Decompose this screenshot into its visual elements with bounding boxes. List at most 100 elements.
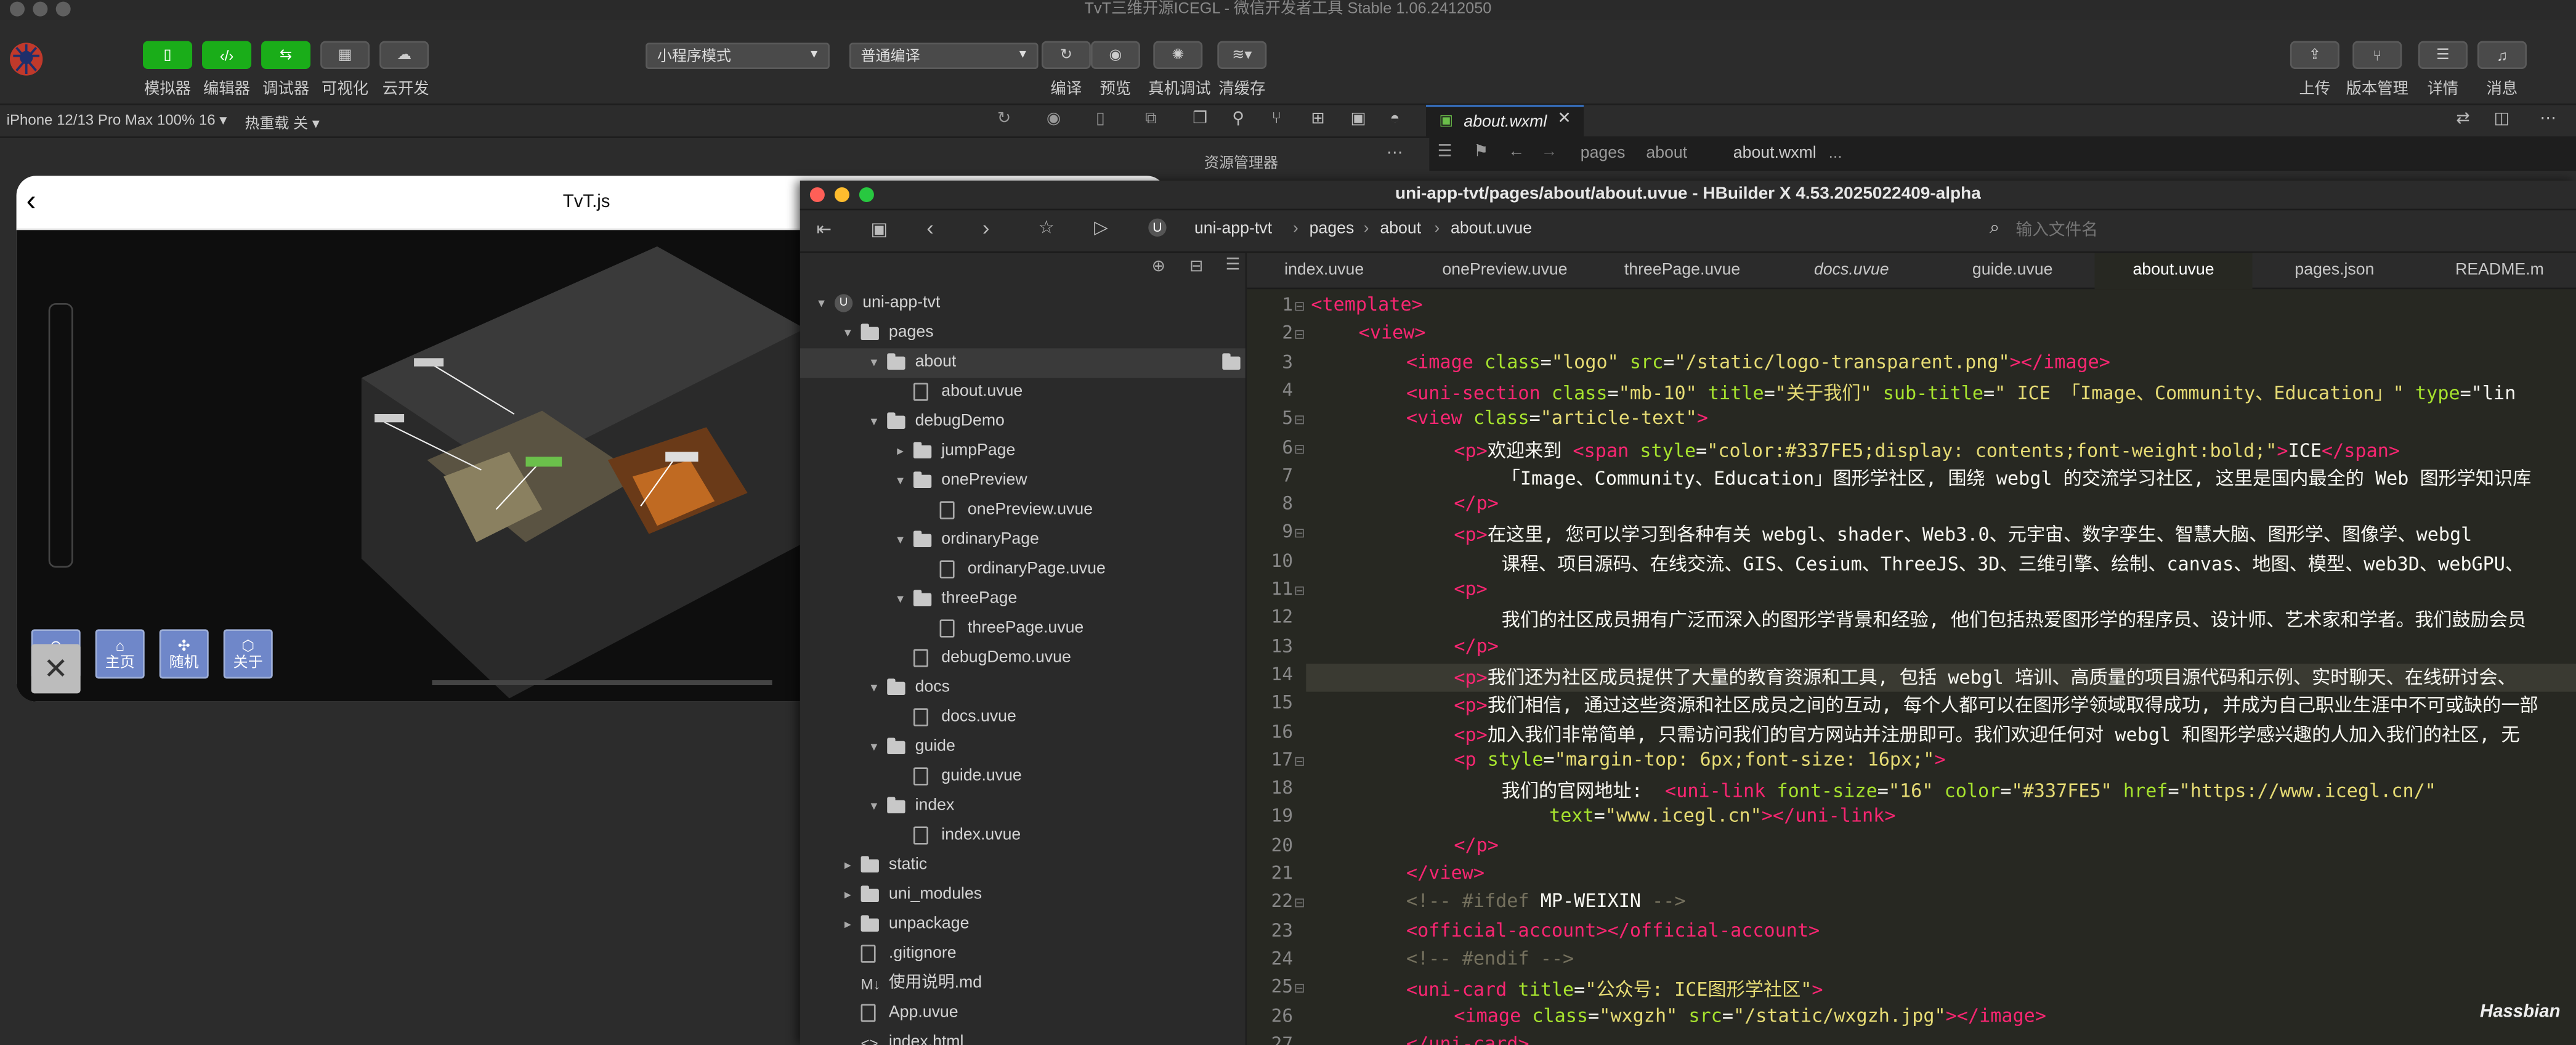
chevron-down-icon[interactable]: ▾ xyxy=(892,526,909,555)
crumb-about[interactable]: about xyxy=(1646,145,1687,163)
save-icon[interactable]: ▣ xyxy=(871,219,888,240)
more-icon[interactable]: ⋯ xyxy=(2540,110,2556,128)
fold-toggle-icon[interactable]: ⊟ xyxy=(1293,441,1306,456)
extensions-icon[interactable]: ⊞ xyxy=(1311,110,1324,128)
editor-button[interactable]: ‹/› xyxy=(202,41,252,70)
phone-icon[interactable]: ▯ xyxy=(1096,110,1105,128)
chevron-right-icon[interactable]: ▸ xyxy=(840,851,856,880)
editor-tab[interactable]: onePreview.uvue xyxy=(1418,253,1592,290)
fold-toggle-icon[interactable]: ⊟ xyxy=(1293,583,1306,598)
stop-icon[interactable]: ◉ xyxy=(1047,110,1061,128)
avatar[interactable] xyxy=(7,39,46,79)
preview-button[interactable]: ◉ xyxy=(1090,41,1140,70)
editor-tab[interactable]: README.m xyxy=(2423,253,2576,290)
window-icon[interactable]: ⧉ xyxy=(1145,110,1157,128)
chevron-down-icon[interactable]: ▾ xyxy=(840,319,856,348)
fold-toggle-icon[interactable]: ⊟ xyxy=(1293,327,1306,342)
editor-tab[interactable]: pages.json xyxy=(2256,253,2413,290)
real-debug-button[interactable]: ✺ xyxy=(1153,41,1203,70)
tree-item[interactable]: ▾ about xyxy=(800,348,1245,378)
tree-item[interactable]: ▾ threePage xyxy=(800,585,1245,614)
refresh-icon[interactable]: ↻ xyxy=(997,110,1011,128)
close-button[interactable]: ✕ xyxy=(31,644,81,694)
compare-icon[interactable]: ⇄ xyxy=(2456,110,2469,128)
tree-item[interactable]: index.uvue xyxy=(800,821,1245,851)
fold-toggle-icon[interactable]: ⊟ xyxy=(1293,299,1306,314)
chevron-down-icon[interactable]: ▾ xyxy=(892,466,909,496)
tree-item[interactable]: .gitignore xyxy=(800,940,1245,969)
collapse-icon[interactable]: ⊟ xyxy=(1189,258,1203,276)
run-icon[interactable]: ▷ xyxy=(1094,217,1108,238)
editor-tab[interactable]: threePage.uvue xyxy=(1595,253,1770,290)
search-icon[interactable]: ⚲ xyxy=(1232,110,1244,128)
random-button[interactable]: ✣ 随机 xyxy=(159,629,209,679)
crumb-about-uvue[interactable]: about.uvue xyxy=(1451,220,1532,238)
folder-open-icon[interactable] xyxy=(1222,353,1241,370)
device-select[interactable]: iPhone 12/13 Pro Max 100% 16 ▾ xyxy=(7,112,227,129)
chevron-right-icon[interactable]: ▸ xyxy=(892,437,909,466)
crumb-about-wxml[interactable]: about.wxml xyxy=(1733,145,1817,163)
editor-tab[interactable]: docs.uvue xyxy=(1773,253,1930,290)
editor-tab[interactable]: index.uvue xyxy=(1247,253,1401,290)
git-icon[interactable]: ⑂ xyxy=(1271,110,1281,128)
tree-item[interactable]: ▾ onePreview xyxy=(800,466,1245,496)
tree-item[interactable]: docs.uvue xyxy=(800,703,1245,733)
hot-reload-toggle[interactable]: 热重载 关 ▾ xyxy=(245,112,319,133)
debugger-button[interactable]: ⇆ xyxy=(261,41,311,70)
tree-item[interactable]: ordinaryPage.uvue xyxy=(800,555,1245,585)
fold-toggle-icon[interactable]: ⊟ xyxy=(1293,896,1306,911)
tree-item[interactable]: ▾ guide xyxy=(800,733,1245,762)
fold-toggle-icon[interactable]: ⊟ xyxy=(1293,754,1306,768)
locate-icon[interactable]: ⊕ xyxy=(1152,258,1165,276)
back-arrow-icon[interactable]: ‹ xyxy=(926,215,934,240)
bookmark-icon[interactable]: ⚑ xyxy=(1473,143,1488,161)
version-button[interactable]: ⑂ xyxy=(2352,41,2402,70)
forward-arrow-icon[interactable]: → xyxy=(1541,143,1558,161)
upload-button[interactable]: ⇪ xyxy=(2290,41,2339,70)
star-icon[interactable]: ☆ xyxy=(1039,217,1055,238)
crumb-more[interactable]: ... xyxy=(1828,145,1842,163)
tree-item[interactable]: ▾ pages xyxy=(800,319,1245,348)
mode-select[interactable]: 小程序模式 ▼ xyxy=(646,43,830,70)
home-button[interactable]: ⌂ 主页 xyxy=(95,629,145,679)
chevron-down-icon[interactable]: ▾ xyxy=(866,792,883,821)
compile-button[interactable]: ↻ xyxy=(1041,41,1091,70)
tree-item[interactable]: ▸ uni_modules xyxy=(800,880,1245,910)
tree-item[interactable]: ▸ jumpPage xyxy=(800,437,1245,466)
menu-icon[interactable]: ☰ xyxy=(1226,256,1241,274)
crumb-pages[interactable]: pages xyxy=(1310,220,1355,238)
crumb-about[interactable]: about xyxy=(1380,220,1421,238)
chevron-down-icon[interactable]: ▾ xyxy=(866,348,883,378)
new-file-icon[interactable]: ⇤ xyxy=(817,219,832,240)
tree-item[interactable]: App.uvue xyxy=(800,999,1245,1028)
more-icon[interactable]: ⋯ xyxy=(1387,145,1403,163)
back-arrow-icon[interactable]: ← xyxy=(1508,143,1525,161)
list-icon[interactable]: ☰ xyxy=(1438,143,1452,161)
compile-mode-select[interactable]: 普通编译 ▼ xyxy=(849,43,1039,70)
close-tab-icon[interactable]: ✕ xyxy=(1557,110,1571,128)
tree-item[interactable]: M↓ 使用说明.md xyxy=(800,969,1245,999)
tree-item[interactable]: onePreview.uvue xyxy=(800,496,1245,526)
tree-item[interactable]: guide.uvue xyxy=(800,762,1245,792)
messages-button[interactable]: ♫ xyxy=(2477,41,2527,70)
visual-button[interactable]: ▦ xyxy=(320,41,370,70)
tree-item[interactable]: ▾ index xyxy=(800,792,1245,821)
docker-icon[interactable]: ◓ xyxy=(1390,110,1399,128)
fold-toggle-icon[interactable]: ⊟ xyxy=(1293,526,1306,541)
files-icon[interactable]: ❐ xyxy=(1193,110,1207,128)
clear-cache-button[interactable]: ≋▾ xyxy=(1217,41,1267,70)
tree-item[interactable]: debugDemo.uvue xyxy=(800,644,1245,673)
chevron-right-icon[interactable]: ▸ xyxy=(840,910,856,940)
tree-item[interactable]: ▾ debugDemo xyxy=(800,407,1245,437)
tree-item[interactable]: ▾ docs xyxy=(800,673,1245,703)
fold-toggle-icon[interactable]: ⊟ xyxy=(1293,413,1306,428)
cloud-button[interactable]: ☁ xyxy=(379,41,429,70)
forward-arrow-icon[interactable]: › xyxy=(982,215,990,240)
editor-tab[interactable]: guide.uvue xyxy=(1934,253,2091,290)
tree-item[interactable]: ▸ static xyxy=(800,851,1245,880)
crumb-pages[interactable]: pages xyxy=(1581,145,1626,163)
split-editor-icon[interactable]: ◫ xyxy=(2494,110,2509,128)
tree-item[interactable]: about.uvue xyxy=(800,378,1245,407)
details-button[interactable]: ☰ xyxy=(2418,41,2468,70)
chevron-down-icon[interactable]: ▾ xyxy=(892,585,909,614)
